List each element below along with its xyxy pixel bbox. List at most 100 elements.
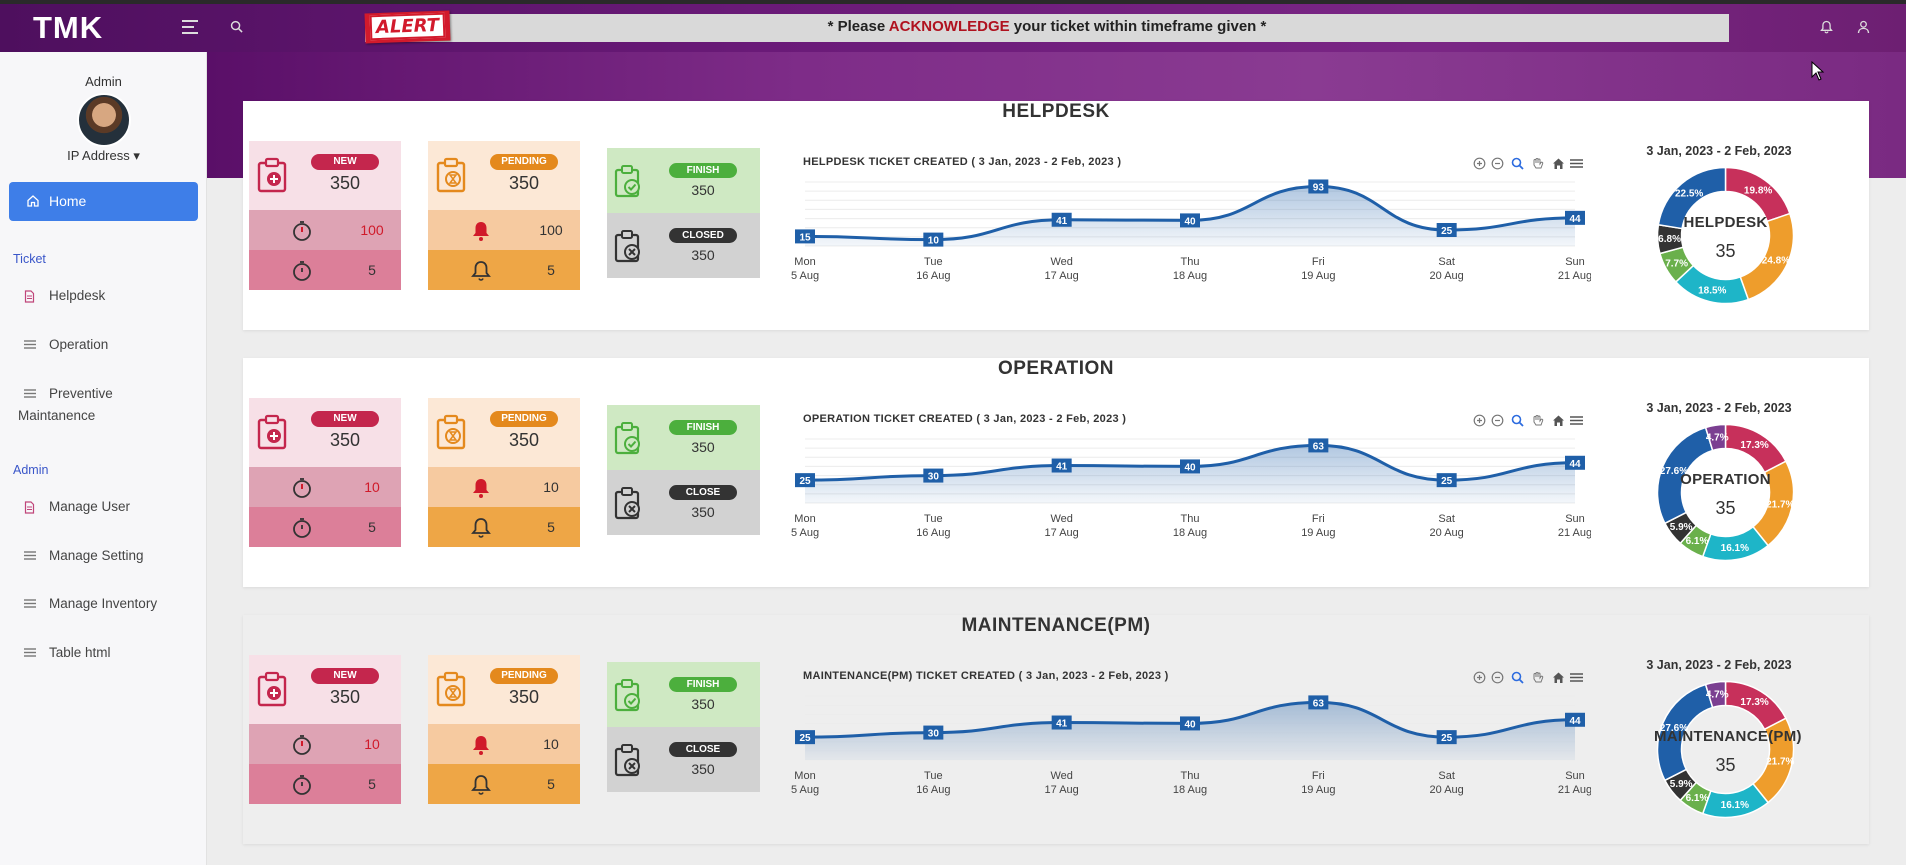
donut-chart: 17.3%21.7%16.1%6.1%5.9%27.6%4.7%	[1656, 680, 1795, 819]
menu-toggle-icon[interactable]	[182, 20, 198, 38]
data-label[interactable]: 15	[795, 229, 815, 244]
stopwatch-icon	[293, 775, 311, 795]
finish-close-card[interactable]: FINISH 350 CLOSED 350	[607, 148, 760, 278]
finish-close-card[interactable]: FINISH 350 CLOSE 350	[607, 405, 760, 535]
data-label[interactable]: 40	[1180, 459, 1200, 474]
new-ticket-card[interactable]: NEW 350 10 5	[249, 655, 401, 804]
donut-date-range: 3 Jan, 2023 - 2 Feb, 2023	[1646, 144, 1792, 158]
pan-hand-icon[interactable]	[1531, 414, 1544, 432]
ticket-count: 350	[508, 430, 540, 450]
donut-center-count: 35	[1715, 241, 1736, 261]
pending-ticket-card[interactable]: PENDING 350 10 5	[428, 398, 580, 547]
card-header: NEW 350	[249, 398, 401, 467]
chart-toolbar	[1473, 157, 1583, 171]
sidebar-item-label: Home	[49, 193, 87, 209]
pan-hand-icon[interactable]	[1531, 671, 1544, 689]
data-label[interactable]: 41	[1051, 715, 1072, 730]
data-label[interactable]: 40	[1180, 213, 1200, 228]
ticket-count: 350	[508, 687, 540, 707]
data-label[interactable]: 25	[1436, 730, 1457, 745]
data-label[interactable]: 44	[1565, 210, 1585, 225]
x-tick-day: Sat	[1438, 770, 1455, 782]
zoom-in-icon[interactable]	[1473, 157, 1486, 175]
ticket-count: 350	[329, 173, 361, 193]
new-ticket-card[interactable]: NEW 350 10 5	[249, 398, 401, 547]
status-badge: CLOSED	[669, 228, 737, 243]
chart-menu-icon[interactable]	[1570, 671, 1583, 689]
timer-icon	[293, 221, 311, 241]
donut-date-range: 3 Jan, 2023 - 2 Feb, 2023	[1646, 658, 1792, 672]
search-icon[interactable]	[230, 20, 243, 33]
reset-home-icon[interactable]	[1552, 157, 1565, 175]
notification-bell-icon[interactable]	[1820, 20, 1833, 34]
data-label[interactable]: 30	[923, 468, 944, 483]
selection-zoom-icon[interactable]	[1511, 671, 1524, 689]
data-label[interactable]: 63	[1308, 695, 1329, 710]
status-badge: NEW	[311, 154, 379, 170]
data-label[interactable]: 63	[1308, 438, 1329, 453]
clipboard-plus-icon	[257, 414, 287, 450]
brand-logo[interactable]: TMK	[33, 10, 103, 46]
svg-text:93: 93	[1313, 182, 1325, 193]
data-label[interactable]: 41	[1051, 458, 1072, 473]
x-tick-date: 19 Aug	[1301, 527, 1335, 539]
overdue-count: 10	[364, 479, 380, 495]
reset-home-icon[interactable]	[1552, 671, 1565, 689]
zoom-in-icon[interactable]	[1473, 414, 1486, 432]
donut-chart: 19.8%24.8%18.5%7.7%6.8%22.5%	[1656, 166, 1795, 305]
reset-home-icon[interactable]	[1552, 414, 1565, 432]
svg-text:25: 25	[1441, 476, 1453, 487]
zoom-out-icon[interactable]	[1491, 414, 1504, 432]
data-label[interactable]: 25	[1436, 223, 1457, 237]
slice-label: 16.1%	[1721, 543, 1749, 554]
bell-ringing-icon	[473, 479, 489, 498]
zoom-out-icon[interactable]	[1491, 671, 1504, 689]
clipboard-x-icon	[614, 744, 640, 777]
donut-center-label: HELPDESK	[1683, 214, 1768, 231]
pending-ticket-card[interactable]: PENDING 350 100 5	[428, 141, 580, 290]
data-label[interactable]: 93	[1308, 179, 1329, 194]
x-tick-day: Sun	[1565, 770, 1585, 782]
donut-center-label: OPERATION	[1680, 471, 1771, 488]
alarm-row: 100	[428, 210, 580, 250]
mouse-cursor-icon	[1811, 61, 1825, 81]
sidebar: Admin IP Address ▾ Home Ticket Helpdesk …	[0, 52, 207, 865]
pending-ticket-card[interactable]: PENDING 350 10 5	[428, 655, 580, 804]
chart-menu-icon[interactable]	[1570, 414, 1583, 432]
clipboard-check-icon	[614, 679, 640, 712]
avatar[interactable]	[77, 93, 131, 147]
x-tick-day: Fri	[1312, 770, 1325, 782]
svg-text:25: 25	[799, 733, 811, 744]
data-label[interactable]: 25	[795, 473, 815, 488]
timer-icon	[293, 735, 311, 755]
ticket-count: 350	[691, 247, 715, 263]
selection-zoom-icon[interactable]	[1511, 157, 1524, 175]
data-label[interactable]: 25	[1436, 473, 1457, 488]
data-label[interactable]: 25	[795, 730, 815, 745]
ip-address-dropdown[interactable]: IP Address ▾	[0, 148, 207, 164]
x-tick-day: Fri	[1312, 256, 1325, 268]
sidebar-item-label: Table html	[49, 645, 111, 660]
chart-menu-icon[interactable]	[1570, 157, 1583, 175]
ticket-count: 350	[691, 761, 715, 777]
list-icon	[24, 648, 36, 657]
status-badge: CLOSE	[669, 485, 737, 500]
data-label[interactable]: 10	[923, 232, 944, 247]
finish-close-card[interactable]: FINISH 350 CLOSE 350	[607, 662, 760, 792]
finish-section: FINISH 350	[607, 405, 760, 470]
new-ticket-card[interactable]: NEW 350 100 5	[249, 141, 401, 290]
data-label[interactable]: 41	[1051, 212, 1072, 227]
x-tick-day: Sat	[1438, 256, 1455, 268]
sidebar-item-home[interactable]: Home	[9, 182, 198, 221]
bell-icon	[471, 775, 491, 795]
zoom-in-icon[interactable]	[1473, 671, 1486, 689]
selection-zoom-icon[interactable]	[1511, 414, 1524, 432]
status-badge: FINISH	[669, 163, 737, 178]
pan-hand-icon[interactable]	[1531, 157, 1544, 175]
zoom-out-icon[interactable]	[1491, 157, 1504, 175]
data-label[interactable]: 44	[1565, 712, 1585, 727]
data-label[interactable]: 30	[923, 725, 944, 740]
data-label[interactable]: 40	[1180, 716, 1200, 731]
user-profile-icon[interactable]	[1857, 20, 1870, 34]
data-label[interactable]: 44	[1565, 455, 1585, 470]
